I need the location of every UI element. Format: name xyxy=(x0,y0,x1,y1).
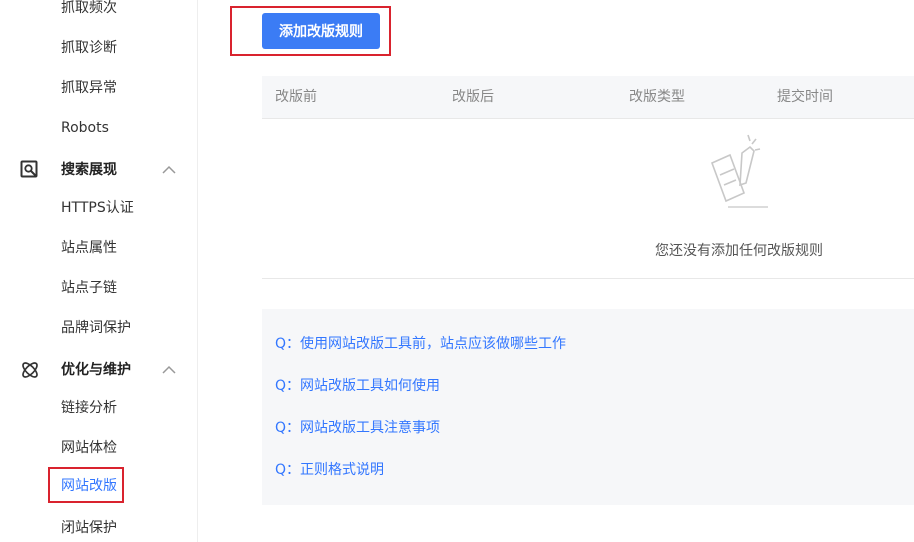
sidebar-item-crawl-errors[interactable]: 抓取异常 xyxy=(61,78,117,98)
sidebar-item-link-analysis[interactable]: 链接分析 xyxy=(61,398,117,418)
sidebar-item-site-revision[interactable]: 网站改版 xyxy=(48,467,124,503)
sidebar-item-https[interactable]: HTTPS认证 xyxy=(61,198,134,218)
column-header-before: 改版前 xyxy=(275,89,317,105)
empty-state-text: 您还没有添加任何改版规则 xyxy=(655,243,823,259)
chevron-up-icon[interactable] xyxy=(162,163,176,177)
sidebar: 抓取频次 抓取诊断 抓取异常 Robots 搜索展现 HTTPS认证 站点属性 … xyxy=(0,0,198,542)
sidebar-item-robots[interactable]: Robots xyxy=(61,118,109,138)
table-header: 改版前 改版后 改版类型 提交时间 xyxy=(262,76,914,119)
sidebar-item-crawl-diagnosis[interactable]: 抓取诊断 xyxy=(61,38,117,58)
sidebar-item-brand-protection[interactable]: 品牌词保护 xyxy=(61,318,131,338)
document-pen-icon xyxy=(710,134,768,208)
add-rule-highlight: 添加改版规则 xyxy=(230,6,391,56)
faq-link-how-to-use[interactable]: Q：网站改版工具如何使用 xyxy=(275,376,440,396)
column-header-type: 改版类型 xyxy=(629,89,685,105)
column-header-after: 改版后 xyxy=(452,89,494,105)
chevron-up-icon[interactable] xyxy=(162,363,176,377)
sidebar-item-crawl-frequency[interactable]: 抓取频次 xyxy=(61,0,117,18)
faq-link-regex-format[interactable]: Q：正则格式说明 xyxy=(275,460,384,480)
faq-panel: Q：使用网站改版工具前，站点应该做哪些工作 Q：网站改版工具如何使用 Q：网站改… xyxy=(262,309,914,505)
sidebar-item-site-checkup[interactable]: 网站体检 xyxy=(61,438,117,458)
sidebar-section-label: 搜索展现 xyxy=(61,162,117,178)
sidebar-item-site-properties[interactable]: 站点属性 xyxy=(61,238,117,258)
search-monitor-icon xyxy=(20,160,38,178)
empty-state: 您还没有添加任何改版规则 xyxy=(262,119,914,279)
sidebar-item-label: 网站改版 xyxy=(61,478,117,494)
add-revision-rule-button[interactable]: 添加改版规则 xyxy=(262,13,380,49)
column-header-submit-time: 提交时间 xyxy=(777,89,833,105)
sidebar-section-optimize[interactable]: 优化与维护 xyxy=(20,359,180,381)
faq-link-notes[interactable]: Q：网站改版工具注意事项 xyxy=(275,418,440,438)
sidebar-item-sitelinks[interactable]: 站点子链 xyxy=(61,278,117,298)
faq-link-preparation[interactable]: Q：使用网站改版工具前，站点应该做哪些工作 xyxy=(275,334,566,354)
sidebar-item-site-closure[interactable]: 闭站保护 xyxy=(61,518,117,538)
sidebar-section-search[interactable]: 搜索展现 xyxy=(20,159,180,181)
sidebar-section-label: 优化与维护 xyxy=(61,362,131,378)
atom-icon xyxy=(22,362,38,378)
